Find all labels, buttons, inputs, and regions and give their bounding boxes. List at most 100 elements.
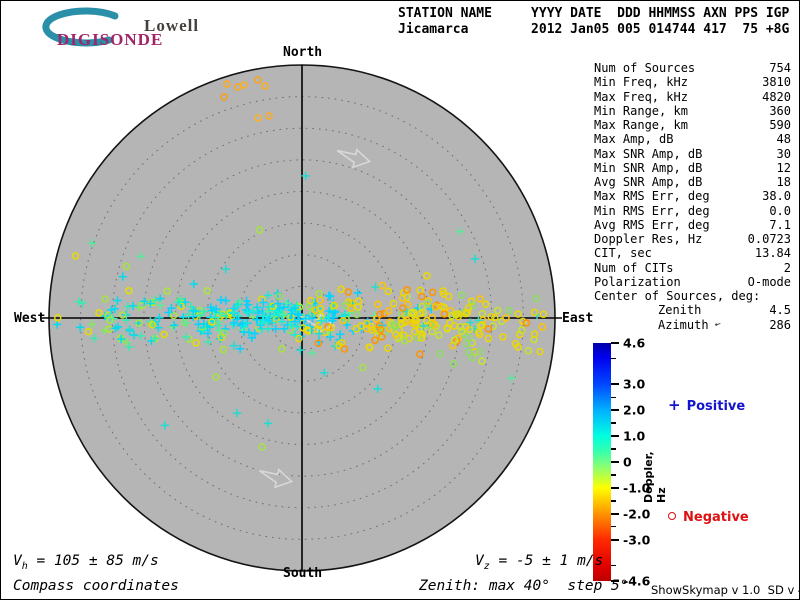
- stat-row: Num of Sources 754: [594, 61, 791, 75]
- stat-value: 7.1: [769, 217, 791, 232]
- colorbar-tick-label: 0: [623, 454, 632, 470]
- stat-value: 590: [769, 118, 791, 132]
- colorbar-tick: [611, 486, 619, 489]
- colorbar-tick-label: -2.0: [623, 506, 651, 522]
- stat-value: 2: [783, 260, 791, 275]
- colorbar-tick-label: 3.0: [623, 376, 646, 392]
- stat-label: Max RMS Err, deg: [594, 189, 710, 204]
- stat-value: 360: [769, 103, 791, 118]
- legend-negative: Negative: [668, 510, 749, 525]
- stat-value: 286: [769, 317, 791, 332]
- colorbar-tick-label: 4.6: [623, 335, 646, 351]
- stat-label: CIT, sec: [594, 246, 652, 261]
- colorbar-tick-label: 2.0: [623, 402, 646, 418]
- circle-marker-icon: [668, 512, 676, 520]
- stat-value: 4.5: [769, 303, 791, 318]
- legend-positive-label: Positive: [686, 399, 746, 414]
- compass-label-north: North: [283, 45, 323, 60]
- stat-row: Zenith 4.5: [594, 303, 791, 317]
- vh-symbol: V: [13, 553, 22, 569]
- stat-label: Avg RMS Err, deg: [594, 217, 710, 232]
- stat-row: Avg RMS Err, deg 7.1: [594, 218, 791, 232]
- stat-value: O-mode: [747, 274, 791, 289]
- stat-label: Max Amp, dB: [594, 132, 674, 147]
- stat-label: Min SNR Amp, dB: [594, 160, 703, 175]
- stat-label: Min Range, km: [594, 103, 688, 118]
- vertical-velocity-readout: Vz = -5 ± 1 m/s: [475, 553, 604, 572]
- stats-panel: Num of Sources 754 Min Freq, kHz 3810 Max Fr…: [594, 61, 791, 332]
- stat-row: Num of CITs 2: [594, 261, 791, 275]
- colorbar-minor-tick: [611, 500, 616, 502]
- stat-label: Min Freq, kHz: [594, 75, 688, 90]
- stat-label: Num of CITs: [594, 260, 674, 275]
- software-version: ShowSkymap v 1.0 SD v 4.2: [651, 583, 800, 597]
- legend-negative-label: Negative: [683, 510, 749, 525]
- stat-label: Azimuth: [658, 317, 709, 332]
- stat-row: Min Freq, kHz 3810: [594, 75, 791, 89]
- stat-value: 0.0723: [747, 232, 791, 246]
- stat-row: Min SNR Amp, dB 12: [594, 161, 791, 175]
- vz-symbol: V: [475, 553, 484, 569]
- stat-row: Max Freq, kHz 4820: [594, 90, 791, 104]
- compass-label-east: East: [562, 311, 594, 326]
- stat-row: Avg SNR Amp, dB 18: [594, 175, 791, 189]
- colorbar-tick: [611, 383, 619, 386]
- compass-label-west: West: [14, 311, 46, 326]
- stat-row: Max RMS Err, deg 38.0: [594, 189, 791, 203]
- stat-value: 30: [776, 146, 791, 161]
- stat-value: 48: [776, 132, 791, 147]
- stat-row: Min Range, km 360: [594, 104, 791, 118]
- horizontal-velocity-readout: Vh = 105 ± 85 m/s: [13, 553, 159, 572]
- colorbar-tick: [611, 409, 619, 412]
- stat-row: Min RMS Err, deg 0.0: [594, 204, 791, 218]
- stat-row: Polarization O-mode: [594, 275, 791, 289]
- legend-positive: + Positive: [668, 396, 745, 414]
- stat-value: 18: [776, 175, 791, 189]
- stat-label: Num of Sources: [594, 61, 696, 75]
- colorbar-minor-tick: [611, 525, 616, 528]
- stat-label: Zenith: [658, 303, 702, 318]
- stat-value: 38.0: [762, 189, 791, 204]
- stat-row: Azimuth ← 286: [594, 318, 791, 332]
- plus-marker-icon: +: [668, 396, 681, 414]
- stat-row: Doppler Res, Hz 0.0723: [594, 232, 791, 246]
- coordinate-system-note: Compass coordinates: [13, 578, 179, 594]
- stat-row: Max SNR Amp, dB 30: [594, 147, 791, 161]
- colorbar-tick-label: -3.0: [623, 532, 651, 548]
- colorbar-minor-tick: [611, 474, 616, 476]
- stat-value: 12: [776, 160, 791, 175]
- stat-label: Max Freq, kHz: [594, 89, 688, 104]
- colorbar-gradient: [593, 343, 611, 581]
- colorbar-tick: [611, 538, 619, 541]
- stat-value: 0.0: [769, 203, 791, 218]
- stat-row: Max Range, km 590: [594, 118, 791, 132]
- stat-label: Max SNR Amp, dB: [594, 146, 703, 161]
- compass-label-south: South: [283, 566, 323, 581]
- stat-value: 4820: [762, 89, 791, 104]
- colorbar-minor-tick: [611, 396, 616, 399]
- stat-label: Avg SNR Amp, dB: [594, 175, 703, 189]
- colorbar-minor-tick: [611, 357, 616, 360]
- colorbar-tick: [611, 342, 619, 344]
- stat-label: Doppler Res, Hz: [594, 232, 703, 246]
- stat-label: Max Range, km: [594, 118, 688, 132]
- azimuth-direction-icon: ←: [713, 317, 722, 331]
- colorbar-tick: [611, 512, 619, 515]
- stat-value: 754: [769, 61, 791, 75]
- showskymap-window: Lowell DIGISONDE STATION NAME YYYY DATE …: [0, 0, 800, 600]
- stat-value: 3810: [762, 75, 791, 90]
- stat-row: CIT, sec 13.84: [594, 246, 791, 260]
- colorbar-title: Doppler, Hz: [642, 451, 668, 503]
- colorbar-minor-tick: [611, 422, 616, 424]
- stat-value: 13.84: [754, 246, 791, 261]
- stat-label: Polarization: [594, 274, 681, 289]
- stat-row: Max Amp, dB 48: [594, 132, 791, 146]
- colorbar-tick: [611, 435, 619, 438]
- colorbar-minor-tick: [611, 448, 616, 450]
- stat-label: Center of Sources, deg:: [594, 289, 761, 303]
- stat-row: Center of Sources, deg:: [594, 289, 791, 303]
- colorbar-tick: [611, 461, 619, 463]
- stat-label: Min RMS Err, deg: [594, 203, 710, 218]
- colorbar-minor-tick: [611, 564, 616, 567]
- zenith-scale-note: Zenith: max 40° step 5°: [419, 578, 629, 594]
